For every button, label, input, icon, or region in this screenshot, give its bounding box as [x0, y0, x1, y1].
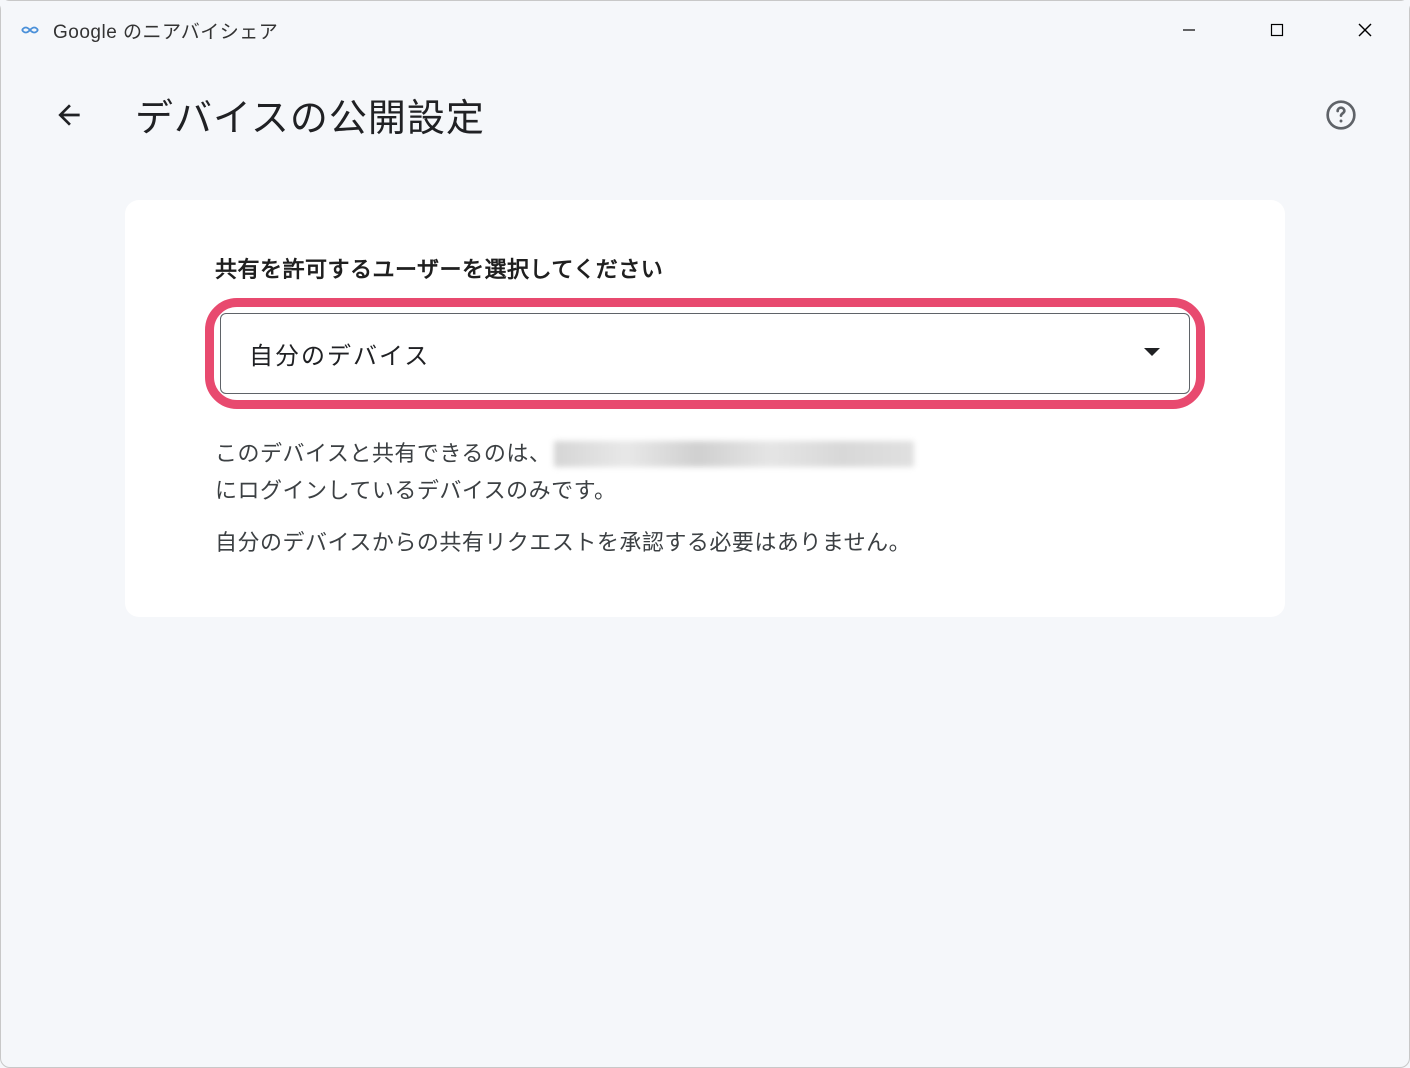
- window-controls: [1145, 1, 1409, 59]
- visibility-dropdown[interactable]: 自分のデバイス: [220, 313, 1190, 394]
- content-area: デバイスの公開設定 共有を許可するユーザーを選択してください 自分のデバイス: [1, 59, 1409, 645]
- help-button[interactable]: [1319, 93, 1363, 137]
- section-label: 共有を許可するユーザーを選択してください: [215, 252, 1205, 284]
- app-icon: [21, 21, 39, 39]
- titlebar-left: Google のニアバイシェア: [21, 17, 278, 44]
- dropdown-selected-value: 自分のデバイス: [249, 336, 430, 371]
- maximize-button[interactable]: [1233, 1, 1321, 59]
- minimize-button[interactable]: [1145, 1, 1233, 59]
- close-button[interactable]: [1321, 1, 1409, 59]
- description-line-1: このデバイスと共有できるのは、 にログインしているデバイスのみです。: [215, 435, 1205, 510]
- titlebar: Google のニアバイシェア: [1, 1, 1409, 59]
- back-button[interactable]: [45, 91, 93, 139]
- app-title: Google のニアバイシェア: [53, 17, 278, 44]
- desc-text-before: このデバイスと共有できるのは、: [215, 435, 551, 472]
- dropdown-highlight: 自分のデバイス: [205, 298, 1205, 409]
- chevron-down-icon: [1143, 345, 1161, 363]
- desc-text-after: にログインしているデバイスのみです。: [215, 472, 616, 509]
- page-title: デバイスの公開設定: [135, 87, 1277, 142]
- description-text: このデバイスと共有できるのは、 にログインしているデバイスのみです。 自分のデバ…: [215, 435, 1205, 561]
- redacted-account-info: [554, 441, 914, 467]
- header-row: デバイスの公開設定: [37, 87, 1373, 142]
- description-line-2: 自分のデバイスからの共有リクエストを承認する必要はありません。: [215, 524, 1205, 561]
- settings-card: 共有を許可するユーザーを選択してください 自分のデバイス このデバイスと共有でき…: [125, 200, 1285, 617]
